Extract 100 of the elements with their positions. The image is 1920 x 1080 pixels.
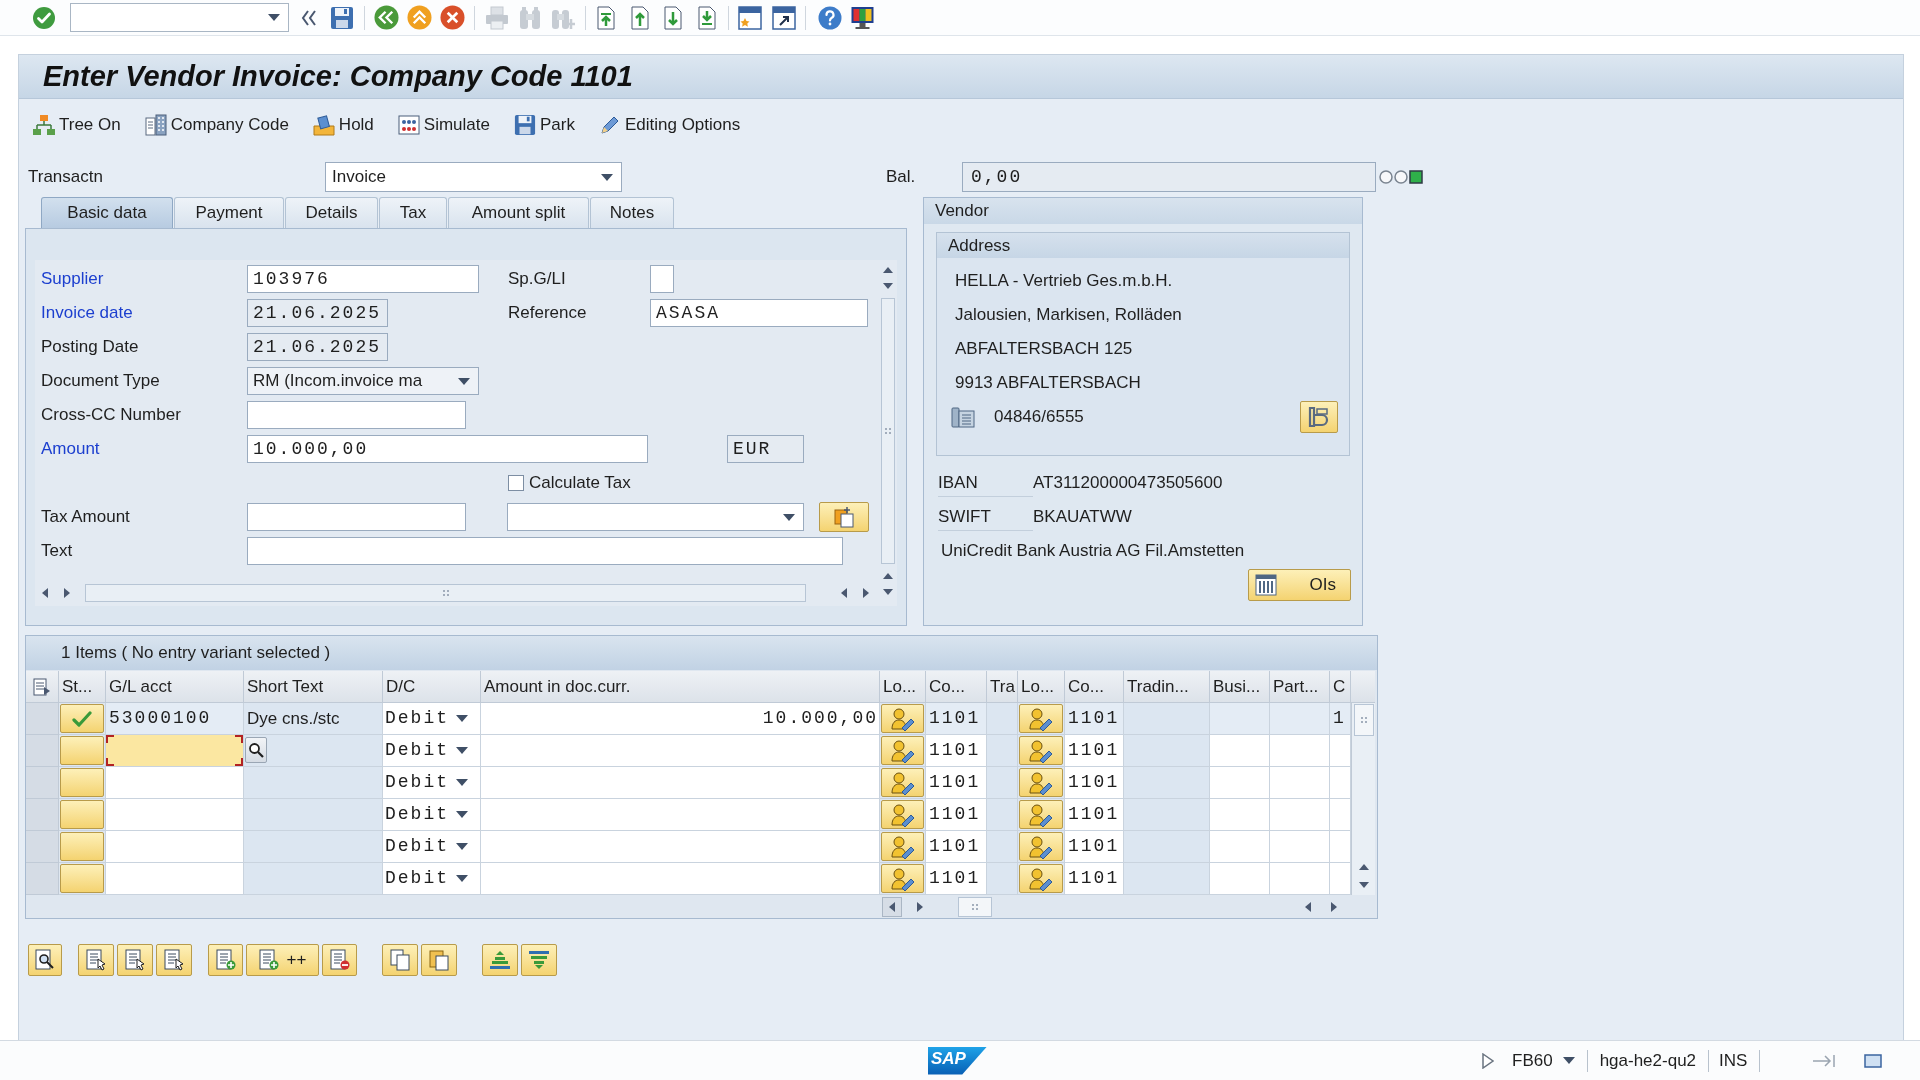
dropdown-field[interactable]: Debit: [383, 799, 481, 831]
table-input-field[interactable]: [1270, 799, 1330, 831]
arrow-right-icon[interactable]: [63, 587, 71, 599]
tab[interactable]: Basic data: [41, 197, 173, 228]
status-button[interactable]: [60, 832, 104, 861]
bracket-button[interactable]: [1300, 401, 1338, 433]
table-input-field[interactable]: 53000100: [106, 703, 244, 735]
table-input-field[interactable]: [1270, 735, 1330, 767]
dropdown-field[interactable]: RM (Incom.invoice ma: [247, 367, 479, 395]
help-icon[interactable]: [818, 5, 842, 30]
row-plus-button[interactable]: [208, 944, 243, 976]
search-help-button[interactable]: [245, 737, 267, 763]
arrow-down-icon[interactable]: [882, 282, 894, 290]
table-input-field[interactable]: [481, 831, 880, 863]
dropdown-field[interactable]: Debit: [383, 703, 481, 735]
bars-up-button[interactable]: [482, 944, 518, 976]
row-plus-button[interactable]: ++: [246, 944, 319, 976]
bars-down-button[interactable]: [521, 944, 557, 976]
table-input-field[interactable]: 1101: [926, 703, 987, 735]
table-input-field[interactable]: [1330, 863, 1351, 895]
status-button[interactable]: [60, 704, 104, 733]
page-arrow-down-icon[interactable]: [662, 5, 684, 30]
command-field[interactable]: [70, 3, 289, 32]
status-button[interactable]: [60, 768, 104, 797]
input-field[interactable]: 10.000,00: [247, 435, 648, 463]
toolbar-button[interactable]: Simulate: [395, 110, 492, 140]
double-chevron-up-icon[interactable]: [407, 5, 432, 30]
toolbar-button[interactable]: Company Code: [142, 110, 291, 140]
tab[interactable]: Notes: [590, 197, 674, 228]
arrow-left-icon[interactable]: [41, 587, 49, 599]
input-field[interactable]: EUR: [727, 435, 804, 463]
column-header[interactable]: Lo...: [880, 671, 926, 703]
column-header[interactable]: St...: [59, 671, 106, 703]
page-arrow-up-icon[interactable]: [629, 5, 651, 30]
save-icon[interactable]: [330, 5, 354, 30]
dropdown-field[interactable]: [507, 503, 804, 531]
scroll-left-button[interactable]: [882, 896, 902, 917]
icon-button[interactable]: [881, 736, 924, 765]
arrow-down-icon[interactable]: [1357, 881, 1370, 889]
page-arrow-up-bar-icon[interactable]: [595, 5, 617, 30]
toolbar-button[interactable]: Hold: [310, 110, 376, 140]
document-search-button[interactable]: [28, 944, 62, 976]
arrow-right-icon[interactable]: [916, 900, 924, 913]
table-input-field[interactable]: [481, 799, 880, 831]
table-input-field[interactable]: 1101: [1065, 767, 1124, 799]
toolbar-button[interactable]: Park: [511, 110, 577, 140]
copy-button[interactable]: [382, 944, 418, 976]
dropdown-field[interactable]: Debit: [383, 863, 481, 895]
icon-button[interactable]: [881, 864, 924, 893]
table-input-field[interactable]: [481, 767, 880, 799]
toolbar-button[interactable]: Tree On: [31, 110, 123, 140]
table-input-field[interactable]: [106, 863, 244, 895]
dropdown-field[interactable]: Invoice: [325, 162, 622, 192]
screen-icon[interactable]: [1864, 1053, 1883, 1068]
icon-button[interactable]: [881, 704, 924, 733]
input-field[interactable]: [247, 503, 466, 531]
paste-button[interactable]: [421, 944, 457, 976]
table-input-field[interactable]: 1101: [926, 799, 987, 831]
status-button[interactable]: [60, 864, 104, 893]
scrollbar-track[interactable]: [85, 584, 806, 602]
table-input-field[interactable]: 10.000,00: [481, 703, 880, 735]
page-arrow-down-bar-icon[interactable]: [696, 5, 718, 30]
arrow-left-icon[interactable]: [840, 587, 848, 599]
list-arrow-icon[interactable]: [33, 677, 51, 696]
monitor-icon[interactable]: [850, 5, 875, 30]
ois-button[interactable]: OIs: [1248, 569, 1351, 601]
document-cursor-button[interactable]: [156, 944, 192, 976]
arrow-left-icon[interactable]: [1304, 900, 1312, 913]
scroll-thumb[interactable]: [958, 896, 992, 917]
table-input-field[interactable]: 1101: [926, 831, 987, 863]
back-icon[interactable]: [374, 5, 399, 30]
table-input-field[interactable]: [106, 767, 244, 799]
arrow-up-icon[interactable]: [882, 266, 894, 274]
play-icon[interactable]: [1482, 1052, 1494, 1069]
input-field[interactable]: 21.06.2025: [247, 333, 388, 361]
clipboard-button[interactable]: [819, 502, 869, 532]
document-cursor-button[interactable]: [117, 944, 153, 976]
status-button[interactable]: [60, 800, 104, 829]
dropdown-field[interactable]: Debit: [383, 735, 481, 767]
table-input-field[interactable]: [106, 799, 244, 831]
input-field[interactable]: [247, 537, 843, 565]
table-input-field[interactable]: 1101: [1065, 863, 1124, 895]
table-input-field[interactable]: 1101: [1065, 799, 1124, 831]
table-input-field[interactable]: [1330, 767, 1351, 799]
table-input-field[interactable]: [1330, 799, 1351, 831]
tab[interactable]: Details: [285, 197, 378, 228]
icon-button[interactable]: [1019, 864, 1063, 893]
status-button[interactable]: [60, 736, 104, 765]
icon-button[interactable]: [881, 800, 924, 829]
toolbar-button[interactable]: Editing Options: [596, 110, 743, 140]
table-input-field[interactable]: 1101: [1065, 735, 1124, 767]
checkbox[interactable]: [508, 475, 524, 491]
table-input-field[interactable]: [1270, 831, 1330, 863]
check-icon[interactable]: [32, 5, 56, 30]
table-input-field[interactable]: [1330, 735, 1351, 767]
table-input-field[interactable]: 1101: [1065, 703, 1124, 735]
icon-button[interactable]: [1019, 768, 1063, 797]
arrow-right-icon[interactable]: [1330, 900, 1338, 913]
table-input-field[interactable]: 1101: [926, 767, 987, 799]
table-input-field[interactable]: [1210, 863, 1270, 895]
